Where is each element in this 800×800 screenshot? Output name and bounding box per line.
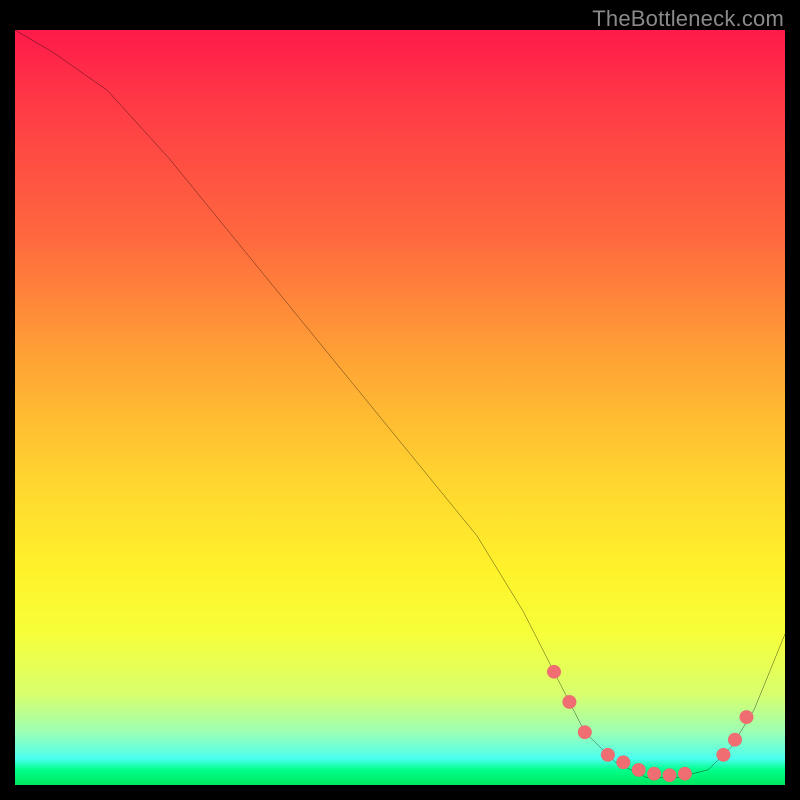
marker-dot — [578, 725, 592, 739]
marker-dot — [716, 748, 730, 762]
marker-dot — [647, 767, 661, 781]
marker-dot — [663, 768, 677, 782]
bottleneck-curve — [15, 30, 785, 777]
marker-dot — [616, 756, 630, 770]
marker-dot — [678, 767, 692, 781]
plot-area — [15, 30, 785, 785]
chart-frame: TheBottleneck.com — [0, 0, 800, 800]
marker-dot — [601, 748, 615, 762]
marker-dot — [728, 733, 742, 747]
attribution-text: TheBottleneck.com — [592, 6, 784, 32]
marker-dot — [632, 763, 646, 777]
marker-dot — [740, 710, 754, 724]
marker-dot — [547, 665, 561, 679]
marker-dot — [562, 695, 576, 709]
highlight-markers — [547, 665, 753, 782]
chart-overlay — [15, 30, 785, 785]
